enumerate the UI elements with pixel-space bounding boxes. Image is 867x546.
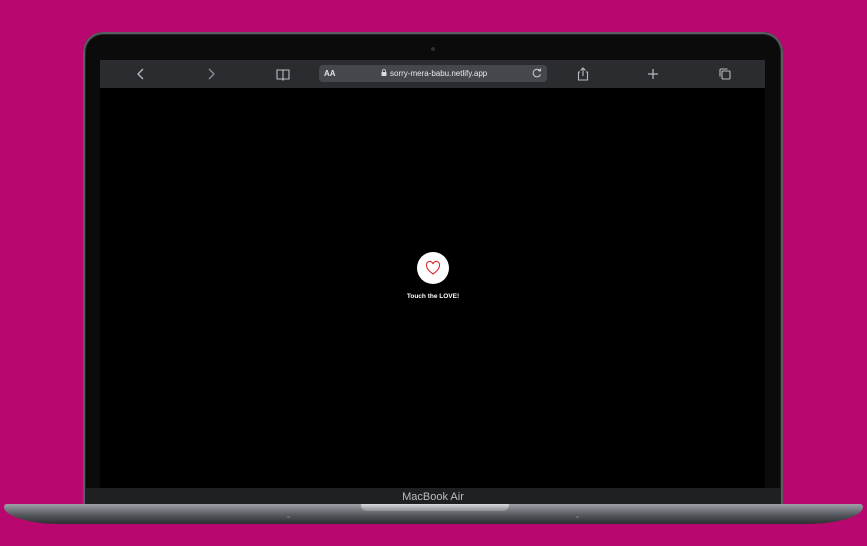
address-bar[interactable]: AA sorry-mera-babu.netlify.app [319,65,547,82]
forward-icon[interactable] [203,66,219,82]
base-foot [576,516,579,518]
camera [431,47,435,51]
url-text[interactable]: sorry-mera-babu.netlify.app [390,67,487,80]
back-icon[interactable] [133,66,149,82]
share-icon[interactable] [575,66,591,82]
browser-screen: AA sorry-mera-babu.netlify.app Touch the… [100,60,765,488]
tabs-icon[interactable] [717,66,733,82]
laptop-notch [361,504,509,511]
base-foot [287,516,290,518]
bookmarks-icon[interactable] [275,66,291,82]
love-prompt-text: Touch the LOVE! [406,293,460,300]
reload-icon[interactable] [531,66,543,80]
laptop-base [4,504,863,524]
new-tab-icon[interactable] [645,66,661,82]
lock-icon [381,69,387,76]
love-button[interactable] [417,252,449,284]
heart-icon [425,260,441,275]
browser-toolbar: AA sorry-mera-babu.netlify.app [100,60,765,88]
text-size-button[interactable]: AA [324,67,336,80]
